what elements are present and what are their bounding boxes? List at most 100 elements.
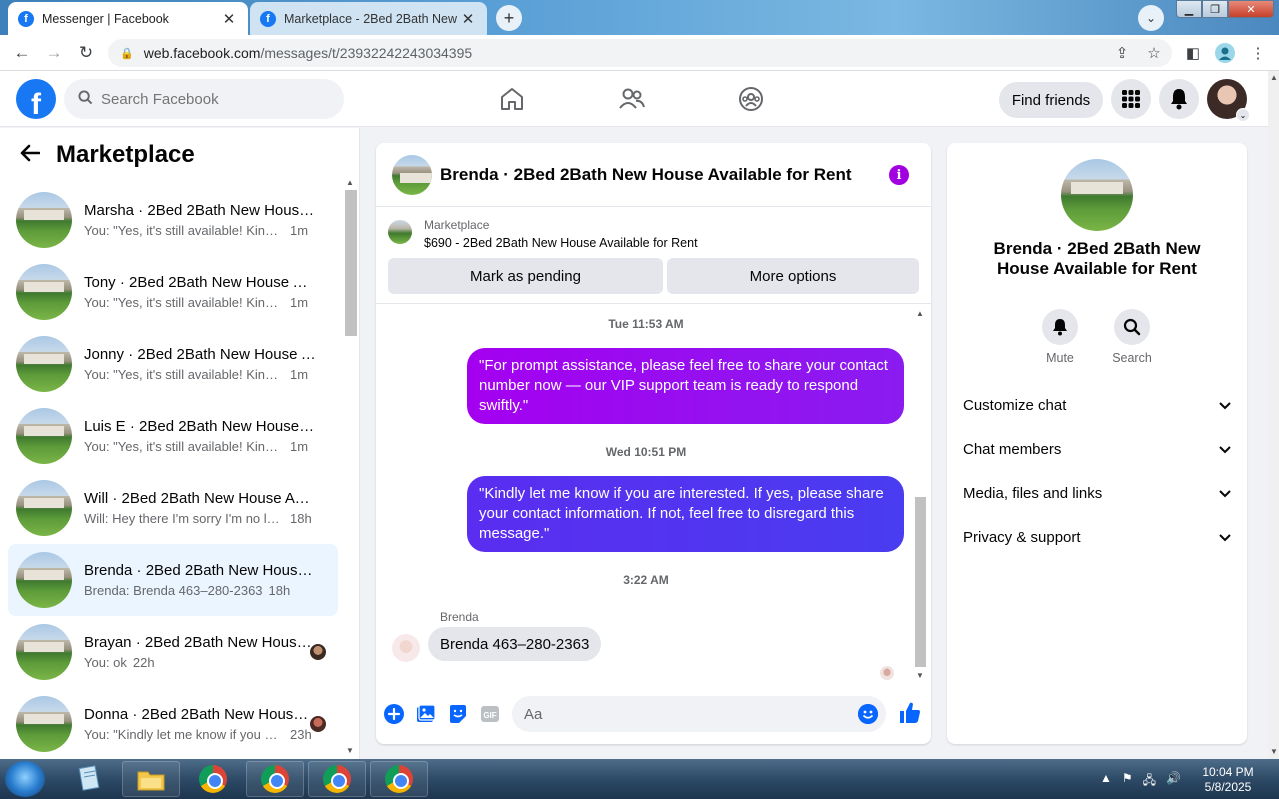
chat-list-item[interactable]: Jonny · 2Bed 2Bath New House Available f… bbox=[8, 328, 338, 400]
share-icon[interactable]: ⇪ bbox=[1110, 41, 1134, 65]
chat-time: 18h bbox=[290, 511, 312, 526]
bookmark-star-icon[interactable]: ☆ bbox=[1142, 41, 1166, 65]
privacy-support-section[interactable]: Privacy & support bbox=[955, 517, 1239, 557]
chat-list-item[interactable]: Tony · 2Bed 2Bath New House Available fo… bbox=[8, 256, 338, 328]
scrollbar-thumb[interactable] bbox=[915, 497, 926, 667]
chat-preview: You: "Yes, it's still available! Kindly … bbox=[84, 223, 284, 238]
chevron-down-icon bbox=[1219, 441, 1231, 457]
message-input-box[interactable] bbox=[512, 696, 886, 732]
chrome-profile-taskbar-icon[interactable] bbox=[308, 761, 366, 797]
page-title: Marketplace bbox=[56, 141, 195, 168]
search-icon[interactable] bbox=[1114, 309, 1150, 345]
close-window-button[interactable]: ✕ bbox=[1228, 0, 1274, 18]
chat-list-item[interactable]: Brayan · 2Bed 2Bath New House Available … bbox=[8, 616, 338, 688]
chat-list-item[interactable]: Donna · 2Bed 2Bath New House Available f… bbox=[8, 688, 338, 760]
menu-grid-icon[interactable] bbox=[1111, 79, 1151, 119]
notifications-bell-icon[interactable] bbox=[1159, 79, 1199, 119]
sticker-icon[interactable] bbox=[448, 704, 468, 724]
facebook-search-box[interactable] bbox=[64, 79, 344, 119]
add-plus-icon[interactable] bbox=[384, 704, 404, 724]
notepad-taskbar-icon[interactable] bbox=[60, 761, 118, 797]
page-scrollbar[interactable]: ▲ ▼ bbox=[1268, 71, 1279, 759]
chrome-taskbar-icon[interactable] bbox=[184, 761, 242, 797]
search-conversation-button[interactable]: Search bbox=[1102, 309, 1162, 365]
tab-marketplace[interactable]: f Marketplace - 2Bed 2Bath New H ✕ bbox=[250, 2, 487, 35]
photo-icon[interactable] bbox=[416, 704, 436, 724]
chrome-profile2-taskbar-icon[interactable] bbox=[370, 761, 428, 797]
scroll-down-arrow-icon[interactable]: ▼ bbox=[1270, 747, 1278, 756]
forward-arrow-icon[interactable]: → bbox=[42, 41, 66, 65]
windows-start-button[interactable] bbox=[5, 761, 45, 797]
account-avatar[interactable]: ⌄ bbox=[1207, 79, 1250, 122]
minimize-button[interactable]: ▁ bbox=[1176, 0, 1202, 18]
conversation-scrollbar[interactable]: ▲ ▼ bbox=[914, 309, 926, 683]
scroll-down-arrow-icon[interactable]: ▼ bbox=[916, 671, 924, 680]
action-center-flag-icon[interactable]: ⚑ bbox=[1122, 771, 1133, 792]
close-tab-icon[interactable]: ✕ bbox=[459, 10, 477, 28]
chat-info-avatar[interactable] bbox=[1061, 159, 1133, 231]
chrome-active-taskbar-icon[interactable] bbox=[246, 761, 304, 797]
facebook-logo-icon[interactable]: f bbox=[16, 79, 56, 119]
tab-messenger[interactable]: f Messenger | Facebook ✕ bbox=[8, 2, 248, 35]
tab-search-button[interactable]: ⌄ bbox=[1138, 5, 1164, 31]
info-icon[interactable]: i bbox=[889, 165, 909, 185]
chat-list-item-selected[interactable]: Brenda · 2Bed 2Bath New House Available … bbox=[8, 544, 338, 616]
scroll-up-arrow-icon[interactable]: ▲ bbox=[1270, 73, 1278, 82]
mark-as-pending-button[interactable]: Mark as pending bbox=[388, 258, 663, 294]
chat-list-item[interactable]: Luis E · 2Bed 2Bath New House Available … bbox=[8, 400, 338, 472]
listing-avatar bbox=[16, 624, 72, 680]
listing-thumbnail[interactable] bbox=[388, 220, 412, 244]
customize-chat-section[interactable]: Customize chat bbox=[955, 385, 1239, 425]
listing-title[interactable]: $690 - 2Bed 2Bath New House Available fo… bbox=[424, 236, 698, 250]
friends-icon[interactable] bbox=[616, 83, 648, 115]
sender-name: Brenda bbox=[440, 610, 479, 624]
taskbar-clock[interactable]: 10:04 PM 5/8/2025 bbox=[1198, 765, 1258, 795]
bell-icon[interactable] bbox=[1042, 309, 1078, 345]
scrollbar-thumb[interactable] bbox=[345, 190, 357, 336]
profile-icon[interactable] bbox=[1213, 41, 1237, 65]
scroll-down-arrow-icon[interactable]: ▼ bbox=[346, 746, 354, 755]
chat-preview: You: "Yes, it's still available! Kindly … bbox=[84, 295, 284, 310]
network-icon[interactable]: 🖧 bbox=[1143, 771, 1156, 792]
back-arrow-icon[interactable]: ← bbox=[10, 41, 34, 65]
chat-list-item[interactable]: Will · 2Bed 2Bath New House Available fo… bbox=[8, 472, 338, 544]
back-arrow-icon[interactable] bbox=[20, 142, 44, 168]
volume-icon[interactable]: 🔊 bbox=[1166, 771, 1181, 792]
chat-list-scrollbar[interactable]: ▲ ▼ bbox=[345, 178, 357, 758]
incoming-message[interactable]: Brenda 463–280-2363 bbox=[428, 627, 602, 661]
chevron-down-icon bbox=[1219, 529, 1231, 545]
gif-icon[interactable]: GIF bbox=[480, 704, 500, 724]
conversation-title[interactable]: Brenda · 2Bed 2Bath New House Available … bbox=[440, 165, 852, 185]
browser-tab-strip: f Messenger | Facebook ✕ f Marketplace -… bbox=[0, 0, 1279, 35]
conversation-panel: Brenda · 2Bed 2Bath New House Available … bbox=[376, 143, 931, 744]
close-tab-icon[interactable]: ✕ bbox=[220, 10, 238, 28]
url-omnibox[interactable]: 🔒 web.facebook.com/messages/t/2393224224… bbox=[108, 39, 1172, 67]
facebook-search-input[interactable] bbox=[101, 90, 321, 108]
chat-list-header: Marketplace bbox=[0, 128, 360, 182]
outgoing-message[interactable]: "For prompt assistance, please feel free… bbox=[467, 348, 904, 424]
scroll-up-arrow-icon[interactable]: ▲ bbox=[346, 178, 354, 187]
file-explorer-taskbar-icon[interactable] bbox=[122, 761, 180, 797]
tray-expand-icon[interactable]: ▲ bbox=[1100, 771, 1112, 792]
outgoing-message[interactable]: "Kindly let me know if you are intereste… bbox=[467, 476, 904, 552]
media-files-links-section[interactable]: Media, files and links bbox=[955, 473, 1239, 513]
message-input[interactable] bbox=[524, 705, 844, 723]
scroll-up-arrow-icon[interactable]: ▲ bbox=[916, 309, 924, 318]
sender-avatar[interactable] bbox=[392, 634, 420, 662]
emoji-icon[interactable] bbox=[858, 704, 878, 724]
thumbs-up-icon[interactable] bbox=[898, 701, 922, 725]
home-icon[interactable] bbox=[496, 83, 528, 115]
side-panel-icon[interactable]: ◧ bbox=[1181, 41, 1205, 65]
conversation-avatar[interactable] bbox=[392, 154, 432, 195]
chat-members-section[interactable]: Chat members bbox=[955, 429, 1239, 469]
chat-time: 1m bbox=[290, 439, 309, 454]
maximize-button[interactable]: ❐ bbox=[1202, 0, 1228, 18]
new-tab-button[interactable]: + bbox=[496, 5, 522, 31]
reload-icon[interactable]: ↻ bbox=[74, 41, 98, 65]
more-options-button[interactable]: More options bbox=[667, 258, 919, 294]
chat-list-item[interactable]: Marsha · 2Bed 2Bath New House Available … bbox=[8, 184, 338, 256]
groups-icon[interactable] bbox=[735, 83, 767, 115]
mute-button[interactable]: Mute bbox=[1030, 309, 1090, 365]
chrome-menu-icon[interactable]: ⋮ bbox=[1246, 41, 1270, 65]
find-friends-button[interactable]: Find friends bbox=[999, 82, 1103, 118]
